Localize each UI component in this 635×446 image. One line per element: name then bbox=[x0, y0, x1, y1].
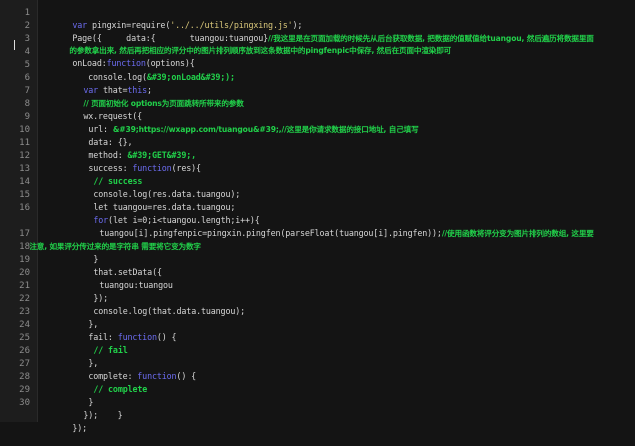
line-number: 13 bbox=[19, 164, 30, 174]
code-editor[interactable]: 1 2 3 4 5 6 7 8 9 10 11 12 13 14 15 16 1… bbox=[0, 0, 635, 433]
line-number: 4 bbox=[24, 47, 30, 57]
line-number: 8 bbox=[24, 99, 30, 109]
line-number: 23 bbox=[19, 307, 30, 317]
line-number: 26 bbox=[19, 346, 30, 356]
line-number: 3 bbox=[24, 34, 30, 44]
line-number: 1 bbox=[24, 8, 30, 18]
line-number: 24 bbox=[19, 320, 30, 330]
line-number: 19 bbox=[19, 255, 30, 265]
line-number: 9 bbox=[24, 112, 30, 122]
line-number: 5 bbox=[24, 60, 30, 70]
code-line: // fail bbox=[93, 345, 128, 355]
code-line: var pingxin=require('../../utils/pingxin… bbox=[72, 20, 303, 30]
line-number: 7 bbox=[24, 86, 30, 96]
code-line: method: &#39;GET&#39;, bbox=[88, 150, 196, 160]
code-line-wrap: 的参数拿出来, 然后再把相应的评分中的图片排列顺序放到这条数据中的pingfen… bbox=[69, 46, 452, 55]
text-cursor bbox=[14, 40, 15, 50]
line-number: 14 bbox=[19, 177, 30, 187]
code-line: } bbox=[88, 397, 94, 407]
code-line: }); bbox=[72, 423, 88, 433]
code-line: } bbox=[93, 254, 99, 264]
code-line: // 页面初始化 options为页面跳转所带来的参数 bbox=[83, 99, 244, 108]
line-number: 2 bbox=[24, 21, 30, 31]
line-number: 25 bbox=[19, 333, 30, 343]
code-line: data: {}, bbox=[88, 137, 133, 147]
code-line: fail: function() { bbox=[88, 332, 177, 342]
line-number: 27 bbox=[19, 359, 30, 369]
code-area[interactable]: var pingxin=require('../../utils/pingxin… bbox=[29, 0, 631, 433]
line-number: 15 bbox=[19, 190, 30, 200]
line-number: 30 bbox=[19, 398, 30, 408]
code-line-wrap: 注意, 如果评分传过来的是字符串 需要将它变为数字 bbox=[29, 242, 201, 251]
code-line: var that=this; bbox=[83, 85, 152, 95]
line-number: 6 bbox=[24, 73, 30, 83]
code-line: onLoad:function(options){ bbox=[72, 58, 195, 68]
line-number-gutter: 1 2 3 4 5 6 7 8 9 10 11 12 13 14 15 16 1… bbox=[0, 0, 38, 422]
code-line: // complete bbox=[93, 384, 148, 394]
code-line: for(let i=0;i<tuangou.length;i++){ bbox=[93, 215, 260, 225]
code-line: }); bbox=[93, 293, 109, 303]
code-line: let tuangou=res.data.tuangou; bbox=[93, 202, 236, 212]
line-number: 29 bbox=[19, 385, 30, 395]
code-line: console.log(that.data.tuangou); bbox=[93, 306, 246, 316]
code-line: console.log(&#39;onLoad&#39;); bbox=[78, 72, 235, 82]
code-line: url: &#39;https://wxapp.com/tuangou&#39;… bbox=[88, 124, 419, 134]
code-line: tuangou[i].pingfenpic=pingxin.pingfen(pa… bbox=[99, 228, 594, 238]
code-line: console.log(res.data.tuangou); bbox=[93, 189, 241, 199]
line-number: 16 bbox=[19, 203, 30, 213]
code-line: success: function(res){ bbox=[88, 163, 201, 173]
code-line: }, bbox=[88, 319, 99, 329]
code-line: complete: function() { bbox=[88, 371, 196, 381]
line-number: 10 bbox=[19, 125, 30, 135]
line-number: 28 bbox=[19, 372, 30, 382]
code-line: }, bbox=[88, 358, 99, 368]
code-line: Page({ data:{ tuangou:tuangou}//我这里是在页面加… bbox=[72, 33, 594, 43]
line-number: 22 bbox=[19, 294, 30, 304]
line-number: 21 bbox=[19, 281, 30, 291]
line-number: 12 bbox=[19, 151, 30, 161]
code-line: }); } bbox=[83, 410, 123, 420]
code-line: tuangou:tuangou bbox=[99, 280, 173, 290]
code-line: wx.request({ bbox=[83, 111, 143, 121]
code-line: that.setData({ bbox=[93, 267, 162, 277]
line-number: 11 bbox=[19, 138, 30, 148]
code-line: // success bbox=[93, 176, 143, 186]
line-number: 20 bbox=[19, 268, 30, 278]
